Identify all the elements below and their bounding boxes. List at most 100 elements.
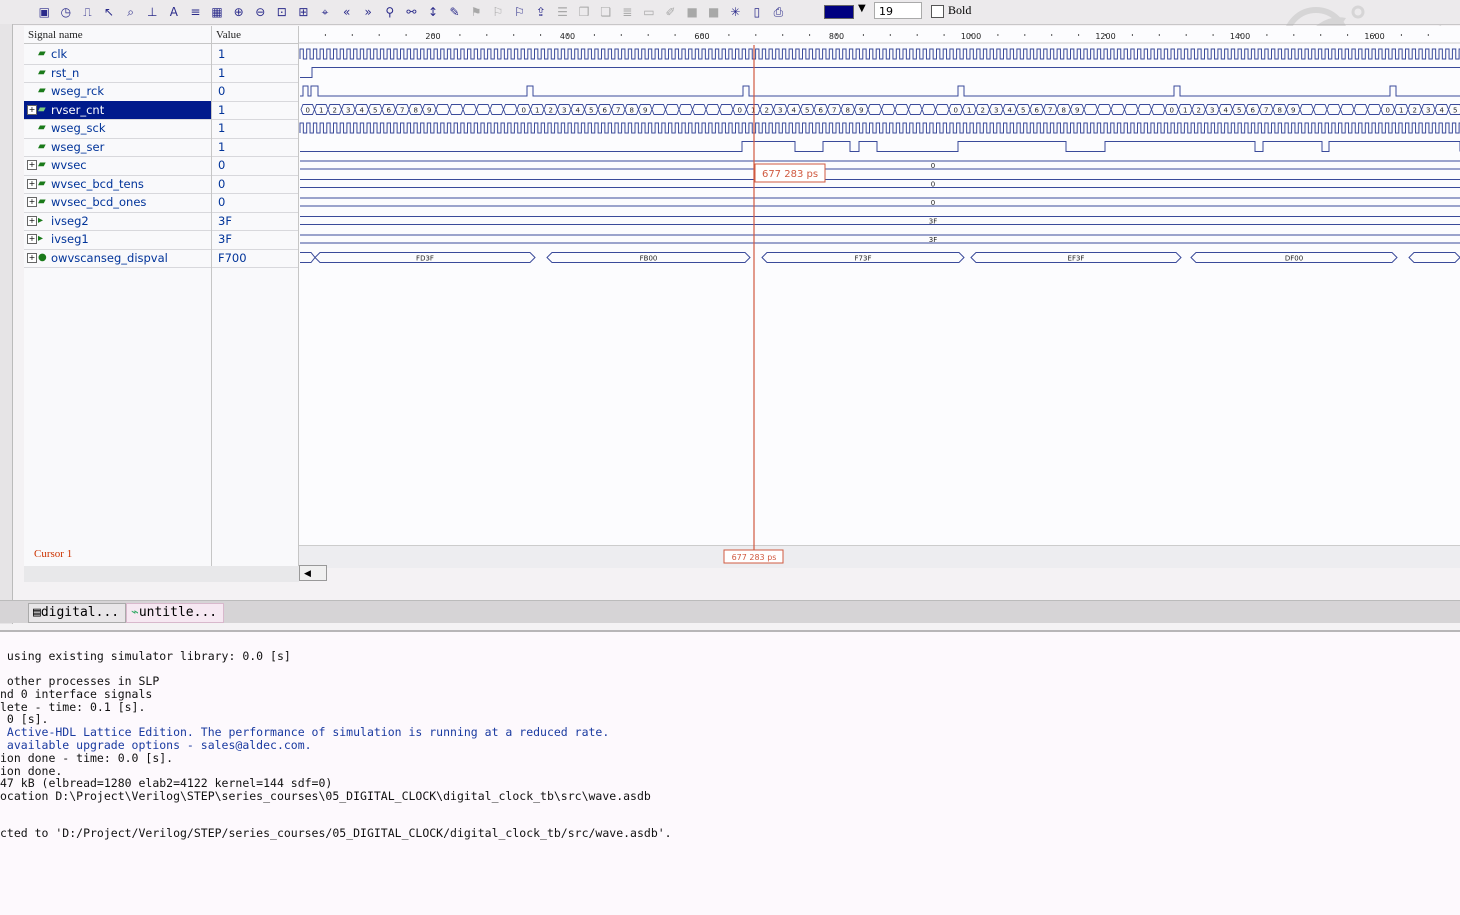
bus-value-label: 2 bbox=[549, 107, 553, 115]
chart-icon[interactable]: ▦ bbox=[207, 2, 228, 22]
signal-row-ivseg1[interactable]: +▸ivseg1 bbox=[24, 230, 211, 249]
waveform-wseg_ser bbox=[300, 142, 1460, 152]
console-line: available upgrade options - sales@aldec.… bbox=[0, 738, 312, 752]
properties-icon[interactable]: ☰ bbox=[552, 2, 573, 22]
bus-segment bbox=[1300, 105, 1314, 115]
bus-value-label: 2 bbox=[981, 107, 985, 115]
bus-value-label: 8 bbox=[414, 107, 418, 115]
bus-value-dispval: DF00 bbox=[1285, 255, 1303, 263]
signal-row-wseg_rck[interactable]: ▰wseg_rck bbox=[24, 82, 211, 101]
expand-icon[interactable]: + bbox=[27, 253, 37, 263]
page-icon[interactable]: ▯ bbox=[747, 2, 768, 22]
signal-row-ivseg2[interactable]: +▸ivseg2 bbox=[24, 212, 211, 231]
signal-type-icon: ▰ bbox=[38, 101, 46, 119]
signal-name-header[interactable]: Signal name bbox=[24, 26, 211, 44]
signal-row-clk[interactable]: ▰clk bbox=[24, 45, 211, 64]
prev-icon[interactable]: « bbox=[336, 2, 357, 22]
save-icon[interactable]: ▣ bbox=[34, 2, 55, 22]
bus-value-label: 9 bbox=[643, 107, 647, 115]
zoom-icon[interactable]: ⌕ bbox=[120, 2, 141, 22]
bookmark-next-icon[interactable]: ⚐ bbox=[487, 2, 508, 22]
signal-row-wvsec_bcd_tens[interactable]: +▰wvsec_bcd_tens bbox=[24, 175, 211, 194]
bus-value-label: 5 bbox=[589, 107, 593, 115]
measure-icon[interactable]: ⊥ bbox=[142, 2, 163, 22]
bus-value-label: 1 bbox=[1183, 107, 1187, 115]
bus-value-wvsec: 0 bbox=[931, 162, 935, 170]
group-icon[interactable]: ❒ bbox=[574, 2, 595, 22]
signal-row-wvsec[interactable]: +▰wvsec bbox=[24, 156, 211, 175]
find-icon[interactable]: ⚲ bbox=[380, 2, 401, 22]
bus-segment bbox=[1314, 105, 1328, 115]
find-all-icon[interactable]: ⚯ bbox=[401, 2, 422, 22]
zoom-out-icon[interactable]: ⊖ bbox=[250, 2, 271, 22]
console-line: other processes in SLP bbox=[0, 674, 159, 688]
signal-row-rvser_cnt[interactable]: +▰rvser_cnt bbox=[24, 101, 211, 120]
bus-value-label: 1 bbox=[751, 107, 755, 115]
bus-segment bbox=[652, 105, 666, 115]
signal-type-icon: ▰ bbox=[38, 64, 46, 82]
signals-icon[interactable]: ≣ bbox=[617, 2, 638, 22]
clock-icon[interactable]: ◷ bbox=[56, 2, 77, 22]
signal-row-wseg_ser[interactable]: ▰wseg_ser bbox=[24, 138, 211, 157]
color-picker[interactable] bbox=[824, 5, 854, 19]
expand-icon[interactable]: + bbox=[27, 197, 37, 207]
rename-icon[interactable]: A bbox=[164, 2, 185, 22]
bookmark-icon[interactable]: ⚑ bbox=[466, 2, 487, 22]
expand-icon[interactable]: + bbox=[27, 234, 37, 244]
spark-icon[interactable]: ✳ bbox=[725, 2, 746, 22]
signal-row-wvsec_bcd_ones[interactable]: +▰wvsec_bcd_ones bbox=[24, 193, 211, 212]
ruler-label: 600 bbox=[694, 32, 709, 41]
edge-icon[interactable]: ↕ bbox=[423, 2, 444, 22]
stack-icon[interactable]: ≡ bbox=[185, 2, 206, 22]
expand-icon[interactable]: + bbox=[27, 179, 37, 189]
row-divider bbox=[24, 267, 211, 268]
expand-icon[interactable]: + bbox=[27, 216, 37, 226]
bookmark-prev-icon[interactable]: ⚐ bbox=[509, 2, 530, 22]
signal-row-wseg_sck[interactable]: ▰wseg_sck bbox=[24, 119, 211, 138]
next-icon[interactable]: » bbox=[358, 2, 379, 22]
export-icon[interactable]: ⇪ bbox=[531, 2, 552, 22]
hide-icon[interactable]: ▭ bbox=[639, 2, 660, 22]
bus-segment bbox=[1125, 105, 1139, 115]
wave-icon[interactable]: ⎍ bbox=[77, 2, 98, 22]
ungroup-icon[interactable]: ❏ bbox=[595, 2, 616, 22]
zoom-range-icon[interactable]: ⊞ bbox=[293, 2, 314, 22]
bold-checkbox[interactable] bbox=[931, 5, 944, 18]
signal-row-owvscanseg_dispval[interactable]: +●owvscanseg_dispval bbox=[24, 249, 211, 268]
zoom-in-icon[interactable]: ⊕ bbox=[228, 2, 249, 22]
signal-value-wseg_rck: 0 bbox=[212, 82, 298, 101]
bus-value-label: 2 bbox=[765, 107, 769, 115]
chevron-down-icon[interactable]: ▼ bbox=[858, 3, 866, 14]
block2-icon[interactable]: ■ bbox=[703, 2, 724, 22]
value-header[interactable]: Value bbox=[212, 26, 298, 44]
bus-value-wvsec_bcd_tens: 0 bbox=[931, 181, 935, 189]
zoom-cursor-icon[interactable]: ⌖ bbox=[315, 2, 336, 22]
edit-icon[interactable]: ✐ bbox=[660, 2, 681, 22]
waveform-wseg_sck bbox=[300, 123, 1460, 133]
console-line: cted to 'D:/Project/Verilog/STEP/series_… bbox=[0, 826, 672, 840]
marker-icon[interactable]: ✎ bbox=[444, 2, 465, 22]
cursor-icon[interactable]: ↖ bbox=[99, 2, 120, 22]
signal-type-icon: ▰ bbox=[38, 156, 46, 174]
bus-value-label: 2 bbox=[333, 107, 337, 115]
block-icon[interactable]: ■ bbox=[682, 2, 703, 22]
console-output[interactable]: using existing simulator library: 0.0 [s… bbox=[0, 630, 1460, 915]
bus-value-label: 7 bbox=[1048, 107, 1052, 115]
waveform-canvas[interactable]: 2004006008001000120014001600012345678901… bbox=[299, 26, 1460, 571]
bus-segment bbox=[1138, 105, 1152, 115]
print-icon[interactable]: ⎙ bbox=[768, 2, 789, 22]
bus-segment-dispval bbox=[1409, 253, 1460, 263]
tab-untitled[interactable]: ⌁untitle... bbox=[126, 603, 224, 623]
tab-digital[interactable]: ▤digital... bbox=[28, 603, 126, 623]
bus-value-label: 0 bbox=[738, 107, 742, 115]
expand-icon[interactable]: + bbox=[27, 160, 37, 170]
expand-icon[interactable]: + bbox=[27, 105, 37, 115]
signal-row-rst_n[interactable]: ▰rst_n bbox=[24, 64, 211, 83]
zoom-fit-icon[interactable]: ⊡ bbox=[272, 2, 293, 22]
signal-value-ivseg2: 3F bbox=[212, 212, 298, 231]
horizontal-scrollbar-track[interactable] bbox=[24, 566, 299, 582]
bus-segment bbox=[490, 105, 504, 115]
font-size-input[interactable]: 19 bbox=[874, 2, 922, 19]
signal-value-owvscanseg_dispval: F700 bbox=[212, 249, 298, 268]
bus-segment bbox=[1152, 105, 1166, 115]
